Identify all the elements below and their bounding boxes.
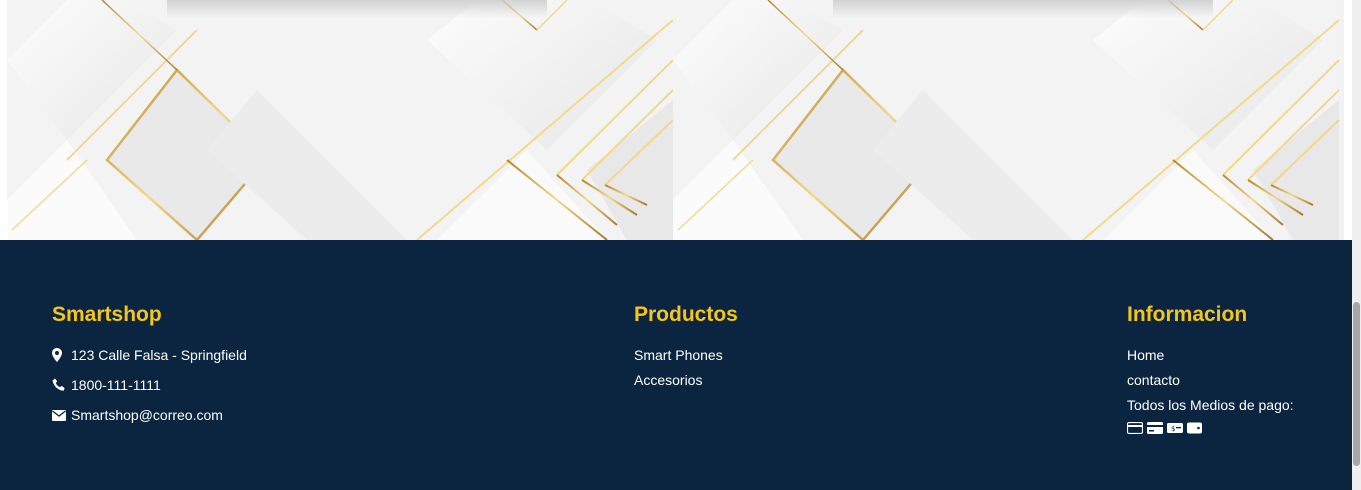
banner-image — [7, 0, 1344, 240]
email-text: Smartshop@correo.com — [71, 407, 223, 423]
phone-text: 1800-111-1111 — [71, 377, 161, 393]
phone-line: 1800-111-1111 — [52, 376, 247, 394]
address-line: 123 Calle Falsa - Springfield — [52, 346, 247, 364]
footer-brand-column: Smartshop 123 Calle Falsa - Springfield … — [52, 300, 247, 436]
link-smart-phones[interactable]: Smart Phones — [634, 346, 738, 364]
page: Smartshop 123 Calle Falsa - Springfield … — [0, 0, 1361, 490]
payment-label: Todos los Medios de pago: — [1127, 397, 1294, 413]
footer-products-column: Productos Smart Phones Accesorios — [634, 300, 738, 396]
wallet-icon — [1187, 421, 1203, 434]
payment-icons: $ — [1126, 421, 1294, 435]
address-text: 123 Calle Falsa - Springfield — [71, 347, 247, 363]
credit-card-icon — [1126, 421, 1144, 435]
email-line: Smartshop@correo.com — [52, 406, 247, 424]
products-title: Productos — [634, 303, 738, 326]
debit-card-icon — [1147, 421, 1163, 434]
link-contacto[interactable]: contacto — [1127, 371, 1294, 389]
map-marker-icon — [52, 348, 67, 363]
link-accesorios[interactable]: Accesorios — [634, 371, 738, 389]
phone-icon — [52, 378, 67, 393]
vertical-scrollbar[interactable] — [1352, 0, 1361, 490]
cash-icon: $ — [1167, 421, 1183, 433]
footer-info-column: Informacion Home contacto Todos los Medi… — [1126, 300, 1294, 435]
site-footer: Smartshop 123 Calle Falsa - Springfield … — [0, 240, 1352, 490]
geometric-pattern — [7, 0, 1341, 240]
info-title: Informacion — [1127, 303, 1248, 326]
svg-text:$: $ — [1171, 425, 1175, 433]
scrollbar-thumb[interactable] — [1353, 302, 1360, 466]
envelope-icon — [52, 408, 67, 423]
link-home[interactable]: Home — [1127, 346, 1294, 364]
brand-title: Smartshop — [52, 303, 162, 326]
